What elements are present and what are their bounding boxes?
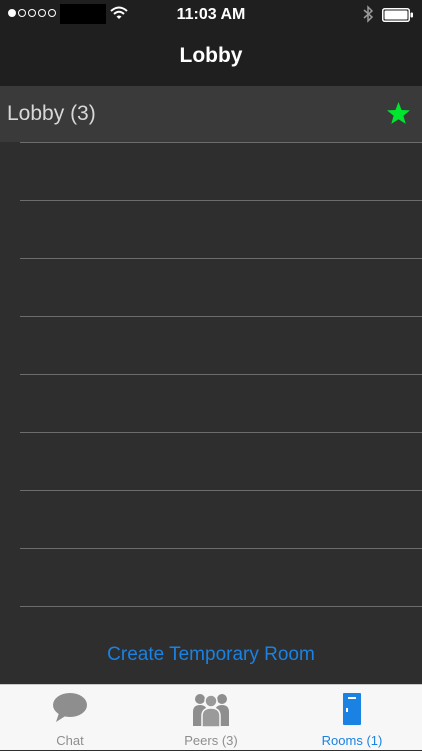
star-icon — [387, 102, 410, 124]
room-member-count: (3) — [70, 102, 96, 125]
row-divider — [20, 490, 422, 491]
status-bar: 11:03 AM — [0, 0, 422, 30]
row-divider — [20, 258, 422, 259]
row-divider — [20, 142, 422, 143]
status-time: 11:03 AM — [176, 6, 246, 23]
row-divider — [20, 200, 422, 201]
room-name: Lobby — [7, 102, 65, 125]
tab-chat[interactable]: Chat — [0, 685, 140, 751]
bluetooth-icon — [363, 5, 374, 23]
peers-icon — [193, 694, 229, 728]
tab-label-chat: Chat — [56, 733, 84, 748]
navigation-bar: Lobby — [0, 30, 422, 86]
create-temporary-room-button[interactable]: Create Temporary Room — [0, 644, 422, 666]
row-divider — [20, 606, 422, 607]
rooms-icon — [343, 693, 361, 725]
tab-rooms[interactable]: Rooms (1) — [282, 685, 422, 751]
tab-peers[interactable]: Peers (3) — [141, 685, 281, 751]
battery-icon — [382, 8, 413, 22]
tab-label-peers: Peers (3) — [184, 733, 238, 748]
row-divider — [20, 374, 422, 375]
tab-label-rooms: Rooms (1) — [321, 733, 383, 748]
page-title: Lobby — [179, 44, 243, 67]
tab-bar: Chat Peers (3) Rooms (1) — [0, 684, 422, 750]
row-divider — [20, 432, 422, 433]
room-row-lobby[interactable]: Lobby (3) — [0, 86, 422, 142]
room-label: Lobby (3) — [7, 102, 96, 126]
chat-bubble-icon — [53, 693, 87, 722]
rooms-list: Lobby (3) Create Temporary Room — [0, 86, 422, 684]
row-divider — [20, 548, 422, 549]
row-divider — [20, 316, 422, 317]
